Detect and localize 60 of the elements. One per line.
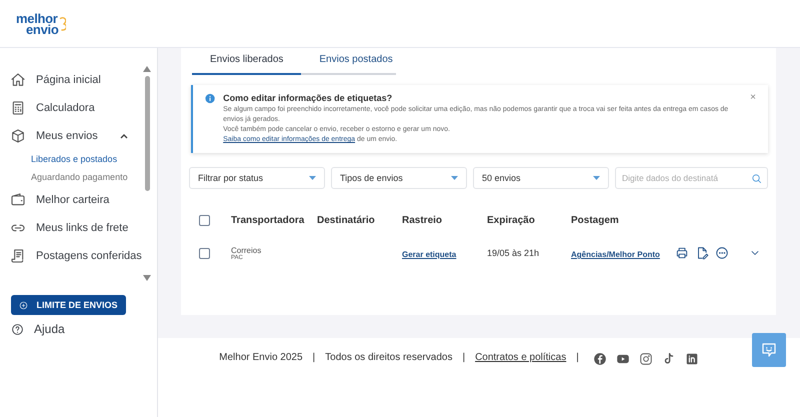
search-field[interactable]: Digite dados do destinatá xyxy=(615,167,768,189)
separator: | xyxy=(576,352,579,363)
footer-link[interactable]: Contratos e políticas xyxy=(475,352,566,363)
help-icon xyxy=(11,322,24,336)
home-icon xyxy=(10,72,26,88)
separator: | xyxy=(462,352,466,363)
chat-button[interactable] xyxy=(752,333,786,367)
box-icon xyxy=(10,128,26,144)
carrier-name: Correios xyxy=(231,246,262,254)
dropdown-arrow-icon xyxy=(593,176,600,180)
separator: | xyxy=(312,352,316,363)
edit-document-icon[interactable] xyxy=(695,246,709,260)
filter-dropdown[interactable]: Tipos de envios xyxy=(331,167,467,189)
plus-circle-icon xyxy=(19,300,28,310)
facebook-icon[interactable] xyxy=(592,352,607,366)
submenu-item[interactable]: Liberados e postados xyxy=(0,150,143,168)
scroll-up-icon[interactable] xyxy=(143,66,151,72)
video-play-icon[interactable] xyxy=(616,352,630,366)
menu-item[interactable]: Meus links de frete xyxy=(36,222,128,234)
tab[interactable]: Envios liberados xyxy=(192,48,302,75)
table-cell-text: 19/05 às 21h xyxy=(487,248,540,258)
chat-icon xyxy=(760,341,778,359)
scrollbar[interactable] xyxy=(143,66,151,281)
close-button[interactable]: × xyxy=(750,93,756,145)
posting-link[interactable]: Agências/Melhor Ponto xyxy=(571,250,660,259)
logo[interactable]: melhor envio xyxy=(16,12,66,34)
menu-item[interactable]: Meus envios xyxy=(36,130,98,142)
footer-text: Melhor Envio 2025 xyxy=(219,352,303,363)
dropdown-arrow-icon xyxy=(309,176,316,180)
tab[interactable]: Envios postados xyxy=(301,48,411,75)
limit-button[interactable]: LIMITE DE ENVIOS xyxy=(11,295,126,315)
column-header: Postagem xyxy=(571,215,620,226)
filter-dropdown[interactable]: Filtrar por status xyxy=(189,167,325,189)
submenu-item[interactable]: Aguardando pagamento xyxy=(0,168,143,186)
tracking-link[interactable]: Gerar etiqueta xyxy=(402,250,456,259)
footer-text: Todos os direitos reservados xyxy=(325,352,452,363)
scroll-down-icon[interactable] xyxy=(143,275,151,281)
dropdown-arrow-icon xyxy=(451,176,458,180)
menu-item[interactable]: Melhor carteira xyxy=(36,194,110,206)
menu-item[interactable]: Calculadora xyxy=(36,102,95,114)
column-header: Destinatário xyxy=(317,215,376,226)
filter-dropdown[interactable]: 50 envios xyxy=(473,167,609,189)
print-icon[interactable] xyxy=(675,246,689,260)
column-header: Expiração xyxy=(487,215,536,226)
column-header: Rastreio xyxy=(402,215,444,226)
wallet-icon xyxy=(10,192,26,208)
info-icon xyxy=(205,93,216,104)
receipt-icon xyxy=(10,248,26,264)
in-square-icon[interactable] xyxy=(684,352,699,366)
search-icon[interactable] xyxy=(751,173,762,184)
alert-title: Como editar informações de etiquetas? xyxy=(223,93,394,103)
camera-icon[interactable] xyxy=(638,352,653,366)
menu-item[interactable]: Página inicial xyxy=(36,74,101,86)
select-all-checkbox[interactable] xyxy=(199,215,210,226)
help-link[interactable]: Ajuda xyxy=(34,322,65,336)
more-icon[interactable] xyxy=(715,246,729,260)
row-checkbox[interactable] xyxy=(199,248,210,258)
column-header: Transportadora xyxy=(231,215,306,226)
calculator-icon xyxy=(10,100,26,116)
menu-item[interactable]: Postagens conferidas xyxy=(36,250,142,262)
